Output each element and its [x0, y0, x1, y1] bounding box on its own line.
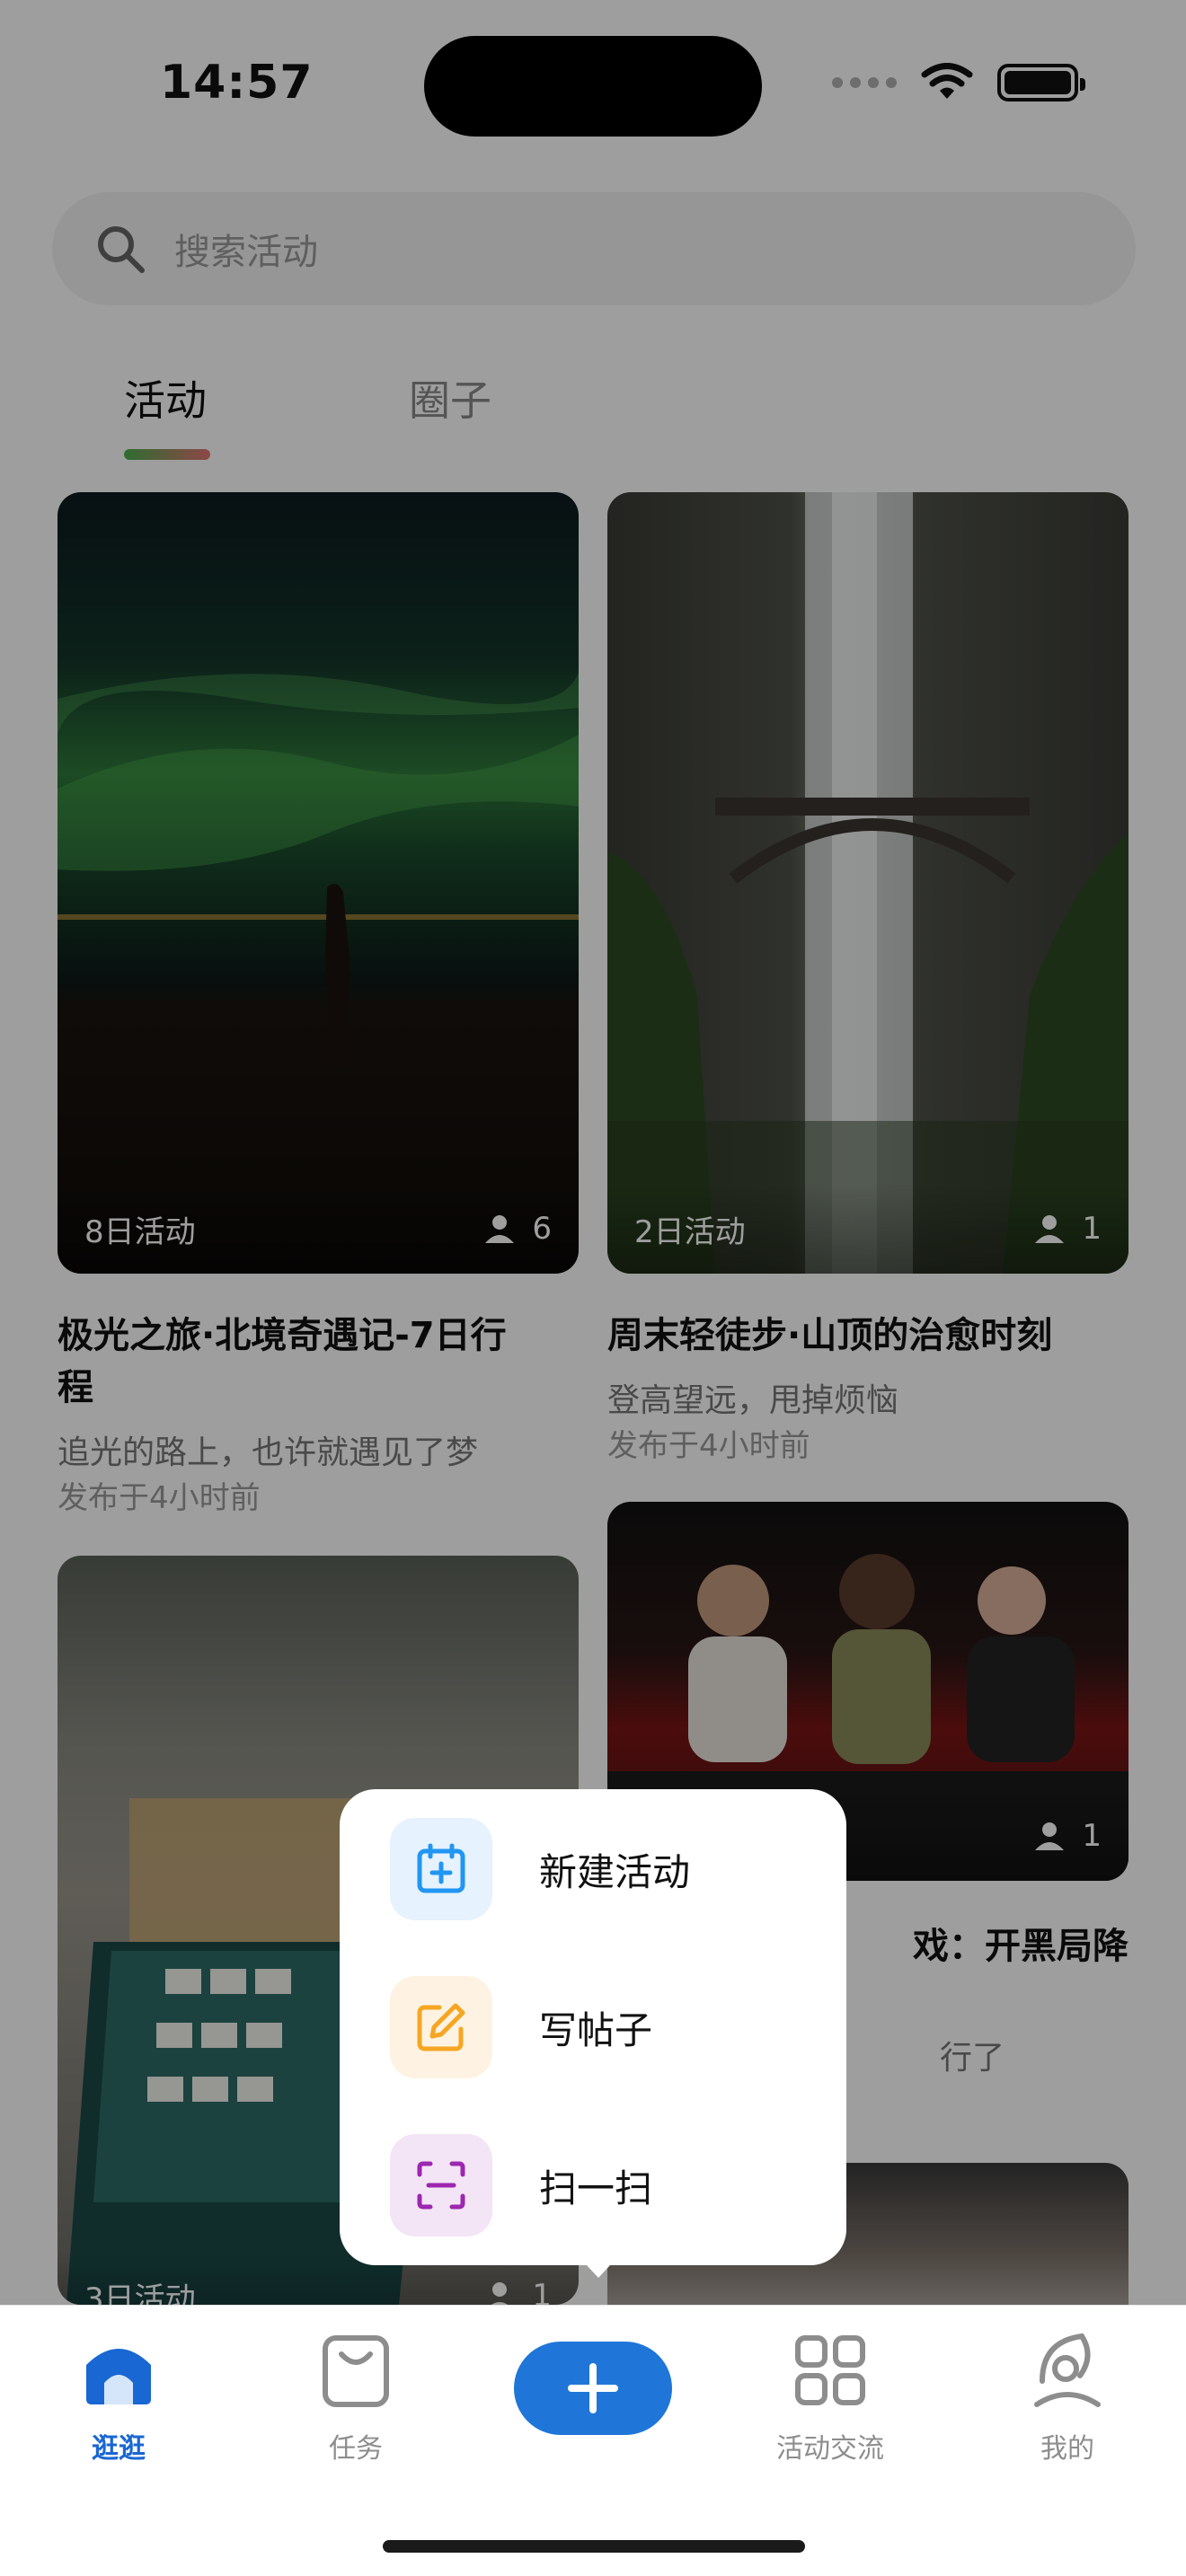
- nav-item-tasks[interactable]: 任务: [275, 2329, 437, 2466]
- nav-label: 活动交流: [776, 2433, 884, 2465]
- nav-item-explore[interactable]: 逛逛: [38, 2329, 199, 2466]
- menu-label: 扫一扫: [539, 2166, 653, 2210]
- bag-icon: [323, 2335, 389, 2407]
- nav-label: 任务: [329, 2433, 383, 2465]
- nav-item-activity-chat[interactable]: 活动交流: [749, 2329, 911, 2466]
- menu-item-new-activity[interactable]: 新建活动: [390, 1818, 690, 1920]
- menu-icon-bg: [390, 1976, 492, 2078]
- grid-icon: [795, 2335, 865, 2405]
- edit-icon: [417, 2003, 465, 2051]
- menu-icon-bg: [390, 1818, 492, 1920]
- plus-icon: [568, 2363, 618, 2413]
- scan-icon: [417, 2161, 465, 2210]
- menu-item-scan[interactable]: 扫一扫: [390, 2134, 652, 2236]
- create-menu-popup: 新建活动 写帖子 扫一扫: [340, 1789, 846, 2265]
- nav-label: 逛逛: [92, 2433, 146, 2465]
- profile-icon: [1034, 2333, 1101, 2407]
- menu-item-write-post[interactable]: 写帖子: [390, 1976, 652, 2078]
- nav-item-profile[interactable]: 我的: [987, 2329, 1148, 2466]
- menu-label: 写帖子: [539, 2007, 653, 2052]
- popup-pointer: [575, 2253, 622, 2278]
- menu-icon-bg: [390, 2134, 492, 2236]
- calendar-plus-icon: [417, 1843, 465, 1893]
- nav-label: 我的: [1040, 2433, 1094, 2465]
- create-button[interactable]: [514, 2342, 672, 2435]
- home-indicator: [383, 2540, 805, 2553]
- bottom-nav: 逛逛 任务 活动交流 我的: [0, 2305, 1186, 2576]
- home-icon: [86, 2349, 151, 2404]
- menu-label: 新建活动: [539, 1849, 691, 1894]
